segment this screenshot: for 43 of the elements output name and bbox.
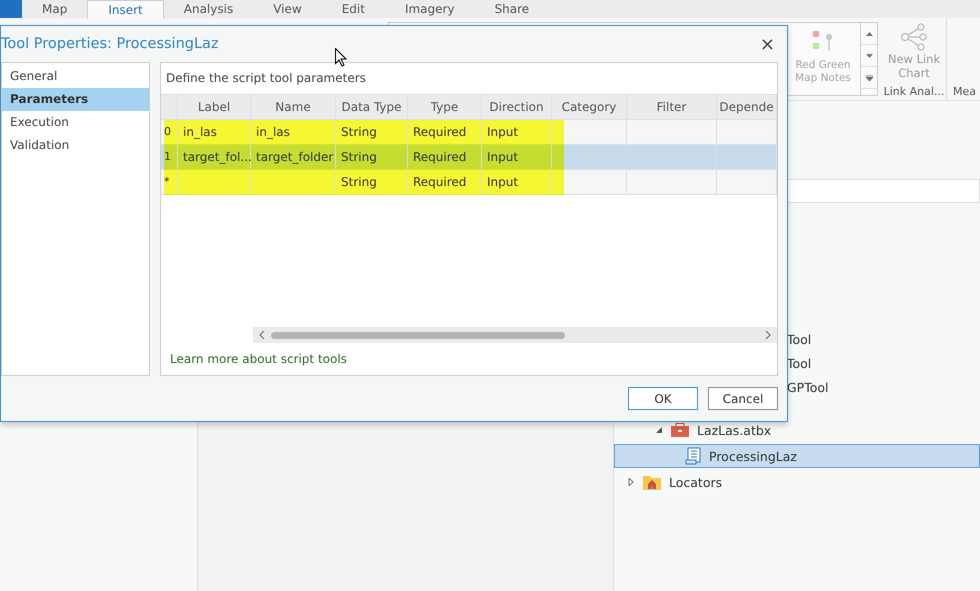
cancel-button[interactable]: Cancel bbox=[708, 387, 778, 410]
column-header[interactable]: Filter bbox=[627, 95, 717, 119]
tree-item[interactable]: ProcessingLaz bbox=[614, 444, 980, 468]
group-label: Link Anal... bbox=[884, 85, 944, 98]
nav-item[interactable]: Validation bbox=[2, 134, 149, 157]
ribbon-tab[interactable]: Map bbox=[22, 0, 88, 18]
column-header[interactable]: Depende bbox=[717, 95, 777, 119]
link-chart-icon bbox=[899, 22, 929, 52]
collapse-icon[interactable] bbox=[655, 426, 663, 434]
column-header[interactable]: Name bbox=[251, 95, 336, 119]
column-header[interactable]: Direction bbox=[482, 95, 552, 119]
ribbon-tab[interactable]: Imagery bbox=[384, 0, 475, 18]
ribbon-tab[interactable]: Share bbox=[474, 0, 550, 18]
caret-icon bbox=[866, 32, 872, 36]
expand-icon bbox=[866, 74, 872, 80]
tree-item[interactable]: Tool bbox=[787, 331, 980, 349]
ribbon-tab[interactable]: View bbox=[253, 0, 322, 18]
ok-button[interactable]: OK bbox=[628, 387, 698, 410]
nav-item[interactable]: Parameters bbox=[2, 88, 149, 111]
ribbon-tab[interactable]: Insert bbox=[87, 0, 164, 18]
scroll-left-icon[interactable] bbox=[259, 331, 265, 339]
tree-item[interactable]: GPTool bbox=[787, 379, 980, 397]
nav-item[interactable]: General bbox=[2, 65, 149, 88]
folder-icon bbox=[643, 474, 661, 490]
ribbon-tab[interactable]: Analysis bbox=[164, 0, 254, 18]
script-icon bbox=[685, 447, 701, 465]
tree-item[interactable]: Locators bbox=[614, 470, 980, 494]
tree-item[interactable]: Tool bbox=[787, 355, 980, 373]
horizontal-scrollbar[interactable] bbox=[253, 327, 777, 343]
column-header[interactable]: Type bbox=[408, 95, 482, 119]
scroll-right-icon[interactable] bbox=[765, 331, 771, 339]
column-header[interactable]: Label bbox=[178, 95, 251, 119]
dialog-title: Tool Properties: ProcessingLaz bbox=[1, 36, 219, 52]
group-label: Mea bbox=[953, 85, 976, 98]
close-button[interactable]: × bbox=[756, 34, 779, 54]
help-link[interactable]: Learn more about script tools bbox=[170, 352, 347, 366]
nav-item[interactable]: Execution bbox=[2, 111, 149, 134]
column-header[interactable]: Data Type bbox=[336, 95, 408, 119]
expand-icon[interactable] bbox=[627, 478, 635, 486]
ribbon-tab[interactable]: Edit bbox=[322, 0, 385, 18]
tree-item[interactable]: LazLas.atbx bbox=[614, 418, 980, 442]
column-header[interactable]: Category bbox=[552, 95, 627, 119]
caret-icon bbox=[866, 54, 872, 58]
